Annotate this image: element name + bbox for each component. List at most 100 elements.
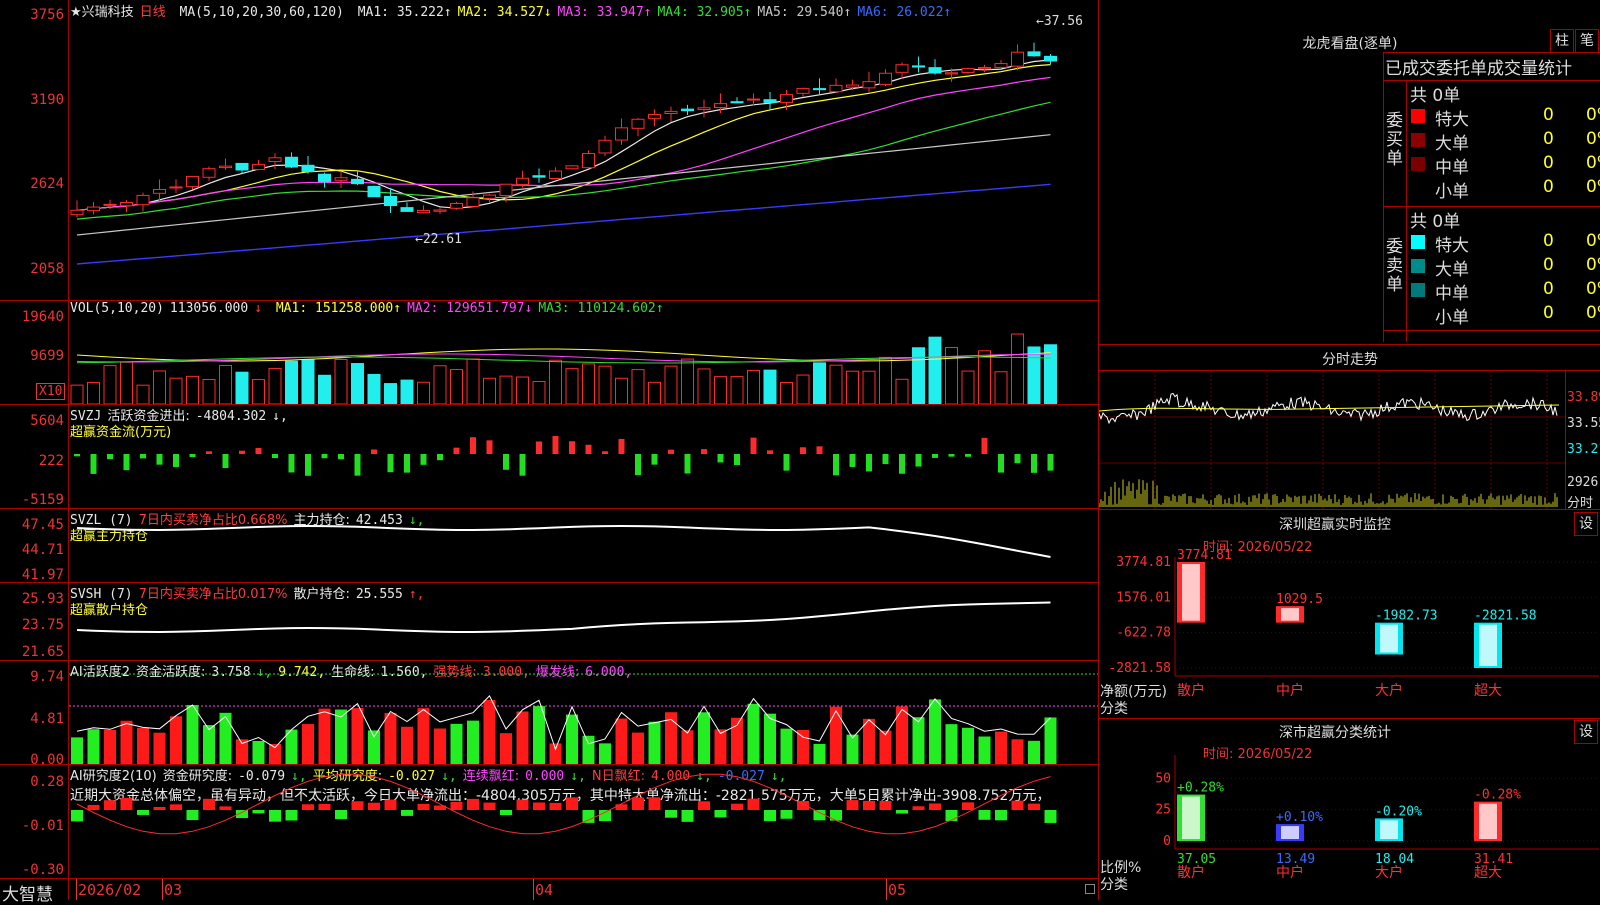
bar-view-button[interactable]: 柱 [1550,29,1574,53]
active-bar [318,708,331,764]
candle-body [169,186,183,189]
active-bar [747,703,760,764]
candle-body [532,175,546,178]
order-count: 0 [1543,231,1554,251]
order-type: 中单 [1435,284,1469,304]
y-tick: 19640 [21,309,64,325]
research-bar [747,798,760,810]
main-holding-chart[interactable] [69,508,1098,582]
candle-body [879,72,892,85]
flow-bar [602,451,608,454]
kline-chart-area[interactable]: ★兴瑞科技 日线 MA(5,10,20,30,60,120) MA1: 35.22… [0,0,1099,905]
candle-body [466,197,480,207]
candlestick-chart[interactable] [69,0,1098,300]
candle-body [235,162,249,171]
lock-icon[interactable] [1085,884,1095,894]
candle-body [1044,55,1057,62]
flow-bar [404,454,410,473]
category-settings-button[interactable]: 设 [1574,720,1598,744]
order-pct: 0% [1586,255,1600,275]
ai-active-chart[interactable] [69,660,1098,764]
volume-bar [219,364,232,404]
volume-bar [631,369,645,404]
volume-chart[interactable] [69,300,1098,404]
high-price-label: ←37.56 [1036,14,1083,29]
active-bar [516,711,529,764]
category-label: 大户 [1375,682,1403,699]
volume-bar [648,381,661,404]
active-bar [599,743,611,764]
volume-bar [483,377,496,404]
candle-body [219,165,232,169]
volume-bar [252,379,265,404]
vol-unit-badge[interactable]: X10 [36,383,66,400]
active-bar [995,731,1007,764]
y-tick: 3756 [30,7,64,23]
order-type: 小单 [1435,182,1469,202]
flow-bar [965,454,971,457]
volume-bar [895,378,909,404]
order-row: 大单 0 0% [1408,128,1600,154]
candle-body [549,170,562,179]
order-count: 0 [1543,279,1554,299]
intraday-chart[interactable] [1099,371,1565,509]
candle-body [912,65,925,68]
category-class-label: 分类 [1100,877,1128,893]
research-bar [104,800,116,810]
volume-bar [664,365,678,404]
active-bar [1044,717,1057,764]
volume-bar [961,370,975,404]
category-label: 散户 [1177,864,1205,881]
retail-holding-chart[interactable] [69,582,1098,660]
flow-bar [750,437,757,454]
flow-bar [915,454,922,467]
separator [1098,344,1600,345]
flow-bar [635,454,641,476]
flow-bar [849,454,856,467]
category-bar-chart[interactable]: 755025037.05+0.28%散户13.49+0.10%中户18.04-0… [1099,755,1600,900]
candle-body [1027,51,1041,57]
volume-bar [417,381,430,404]
monitor-bar-chart[interactable]: 3774.81 1576.01 -622.78 -2821.58 3774.81 散户 10… [1099,548,1600,718]
ai-research-chart[interactable] [69,764,1098,878]
volume-bar [796,374,810,404]
separator [1383,52,1600,53]
order-type: 中单 [1435,158,1469,178]
research-bar [533,802,545,810]
monitor-settings-button[interactable]: 设 [1574,512,1598,536]
y-tick: -2821.58 [1108,661,1171,676]
candle-body [285,156,298,168]
active-bar [962,727,974,764]
separator [1383,330,1600,331]
volume-bar [994,371,1008,404]
flow-bar [239,450,245,454]
volume-bar [186,375,199,404]
y-tick: -622.78 [1116,626,1171,641]
volume-bar [334,359,348,404]
active-bar [615,718,628,764]
active-bar [978,736,991,764]
volume-bar [780,382,793,404]
research-bar [384,799,397,810]
order-row: 小单 0 0% [1408,176,1600,202]
order-pct: 0% [1586,231,1600,251]
volume-bar [549,359,562,404]
intraday-title: 分时走势 [1322,352,1378,368]
money-flow-chart[interactable] [69,404,1098,508]
order-type: 大单 [1435,260,1469,280]
separator [1098,509,1600,510]
research-bar [500,810,512,816]
order-pct: 0% [1586,303,1600,323]
active-bar [780,728,793,764]
research-bar [302,804,314,810]
color-swatch [1411,307,1425,321]
volume-bar [681,358,694,404]
list-view-button[interactable]: 笔 [1575,29,1599,53]
flow-bar [387,454,394,473]
candle-body [813,88,826,91]
category-label: 散户 [1177,682,1205,699]
active-bar [830,706,842,764]
active-bar [945,724,958,764]
volume-bar [582,363,595,404]
intraday-y-label: 33.21 [1567,442,1600,457]
